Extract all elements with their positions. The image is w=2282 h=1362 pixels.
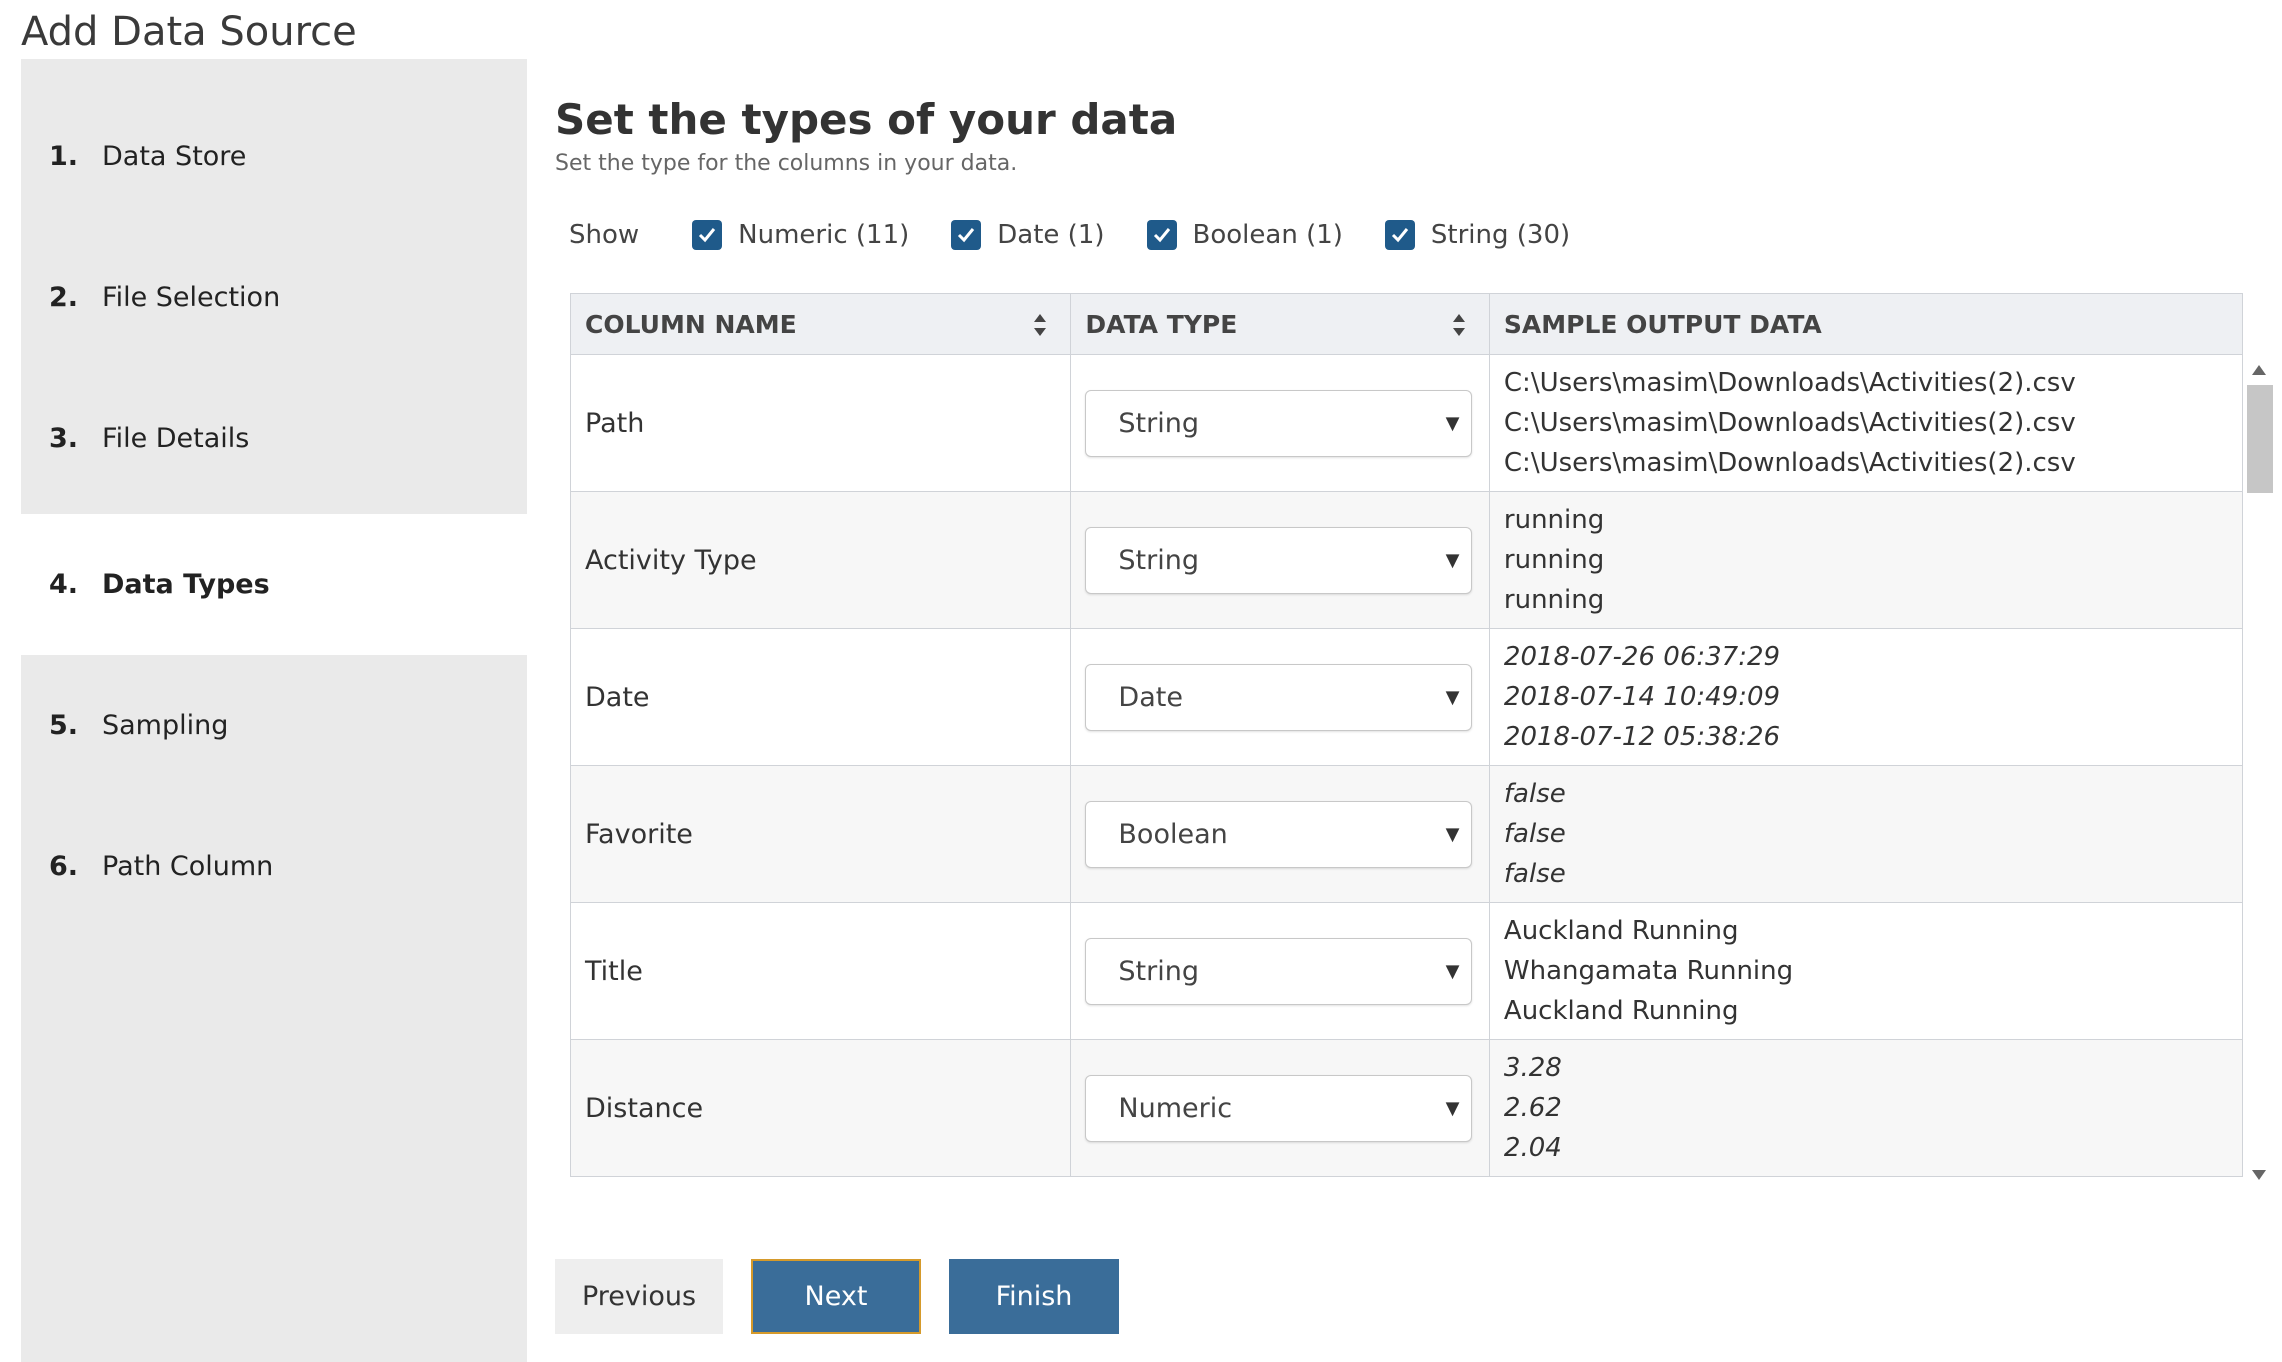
table-row: Title String ▼ Auckland Running Whangama… <box>570 903 2243 1040</box>
data-type-select[interactable]: Boolean ▼ <box>1085 800 1473 868</box>
dropdown-caret-icon: ▼ <box>1445 1097 1460 1119</box>
dropdown-caret-icon: ▼ <box>1445 686 1460 708</box>
checkbox-checked-icon[interactable] <box>692 220 723 250</box>
finish-button[interactable]: Finish <box>949 1259 1119 1334</box>
filter-label: String (30) <box>1430 220 1571 250</box>
dropdown-caret-icon: ▼ <box>1445 960 1460 982</box>
data-type-select[interactable]: Date ▼ <box>1085 663 1473 731</box>
sample-data-cell: false false false <box>1503 779 1566 889</box>
table-header: COLUMN NAME DATA TYPE SAMPLE OUTPUT DATA <box>570 293 2243 355</box>
step-number: 1. <box>49 141 79 172</box>
step-label: Data Store <box>102 141 247 172</box>
sort-icon[interactable] <box>1451 312 1467 338</box>
step-number: 3. <box>49 423 79 454</box>
step-number: 2. <box>49 282 79 313</box>
previous-button[interactable]: Previous <box>555 1259 723 1334</box>
step-data-types[interactable]: 4. Data Types <box>21 514 527 655</box>
data-type-select[interactable]: String ▼ <box>1085 389 1473 457</box>
sample-data-cell: running running running <box>1503 505 1605 615</box>
step-file-selection[interactable]: 2. File Selection <box>21 227 527 368</box>
sort-icon[interactable] <box>1032 312 1048 338</box>
table-row: Distance Numeric ▼ 3.28 2.62 2.04 <box>570 1040 2243 1177</box>
checkbox-checked-icon[interactable] <box>1384 220 1415 250</box>
column-name-cell: Title <box>571 903 1072 1039</box>
column-name-cell: Favorite <box>571 766 1072 902</box>
sample-data-cell: 2018-07-26 06:37:29 2018-07-14 10:49:09 … <box>1503 642 1781 752</box>
filter-label: Numeric (11) <box>738 220 910 250</box>
main-panel: Set the types of your data Set the type … <box>555 0 2282 1362</box>
scroll-down-arrow-icon[interactable] <box>2251 1168 2267 1182</box>
data-types-table: COLUMN NAME DATA TYPE SAMPLE OUTPUT DATA… <box>570 293 2282 1190</box>
checkbox-checked-icon[interactable] <box>951 220 982 250</box>
filter-string[interactable]: String (30) <box>1384 220 1571 250</box>
table-row: Activity Type String ▼ running running r… <box>570 492 2243 629</box>
checkbox-checked-icon[interactable] <box>1146 220 1177 250</box>
table-row: Path String ▼ C:\Users\masim\Downloads\A… <box>570 355 2243 492</box>
step-label: Sampling <box>102 710 229 741</box>
sample-data-cell: 3.28 2.62 2.04 <box>1503 1053 1562 1163</box>
sample-data-cell: Auckland Running Whangamata Running Auck… <box>1503 916 1794 1026</box>
type-filters: Show Numeric (11) Date (1) Boolean (1) S… <box>569 210 1612 260</box>
dropdown-caret-icon: ▼ <box>1445 412 1460 434</box>
step-file-details[interactable]: 3. File Details <box>21 368 527 509</box>
column-header-type[interactable]: DATA TYPE <box>1071 294 1490 354</box>
data-type-select[interactable]: String ▼ <box>1085 526 1473 594</box>
filter-label: Boolean (1) <box>1192 220 1343 250</box>
step-number: 4. <box>49 569 79 600</box>
column-name-cell: Path <box>571 355 1072 491</box>
sample-data-cell: C:\Users\masim\Downloads\Activities(2).c… <box>1503 368 2076 478</box>
step-path-column[interactable]: 6. Path Column <box>21 796 527 937</box>
filter-boolean[interactable]: Boolean (1) <box>1146 220 1343 250</box>
step-number: 5. <box>49 710 79 741</box>
app-title: Add Data Source <box>21 9 357 55</box>
data-type-select[interactable]: Numeric ▼ <box>1085 1074 1473 1142</box>
scrollbar-thumb[interactable] <box>2247 385 2273 493</box>
page-subtitle: Set the type for the columns in your dat… <box>555 151 1018 176</box>
next-button[interactable]: Next <box>751 1259 921 1334</box>
wizard-steps-sidebar: 1. Data Store 2. File Selection 3. File … <box>21 59 527 1362</box>
column-name-cell: Distance <box>571 1040 1072 1176</box>
step-label: Path Column <box>102 851 274 882</box>
step-label: Data Types <box>102 569 270 600</box>
table-row: Date Date ▼ 2018-07-26 06:37:29 2018-07-… <box>570 629 2243 766</box>
table-scrollbar[interactable] <box>2243 355 2275 1190</box>
step-sampling[interactable]: 5. Sampling <box>21 655 527 796</box>
step-label: File Details <box>102 423 250 454</box>
step-label: File Selection <box>102 282 281 313</box>
show-label: Show <box>569 220 640 250</box>
column-header-samples: SAMPLE OUTPUT DATA <box>1503 309 1822 339</box>
table-row: Favorite Boolean ▼ false false false <box>570 766 2243 903</box>
scroll-up-arrow-icon[interactable] <box>2251 363 2267 377</box>
table-body: Path String ▼ C:\Users\masim\Downloads\A… <box>570 355 2243 1177</box>
step-data-store[interactable]: 1. Data Store <box>21 86 527 227</box>
dropdown-caret-icon: ▼ <box>1445 549 1460 571</box>
column-name-cell: Date <box>571 629 1072 765</box>
filter-label: Date (1) <box>997 220 1105 250</box>
data-type-select[interactable]: String ▼ <box>1085 937 1473 1005</box>
filter-date[interactable]: Date (1) <box>951 220 1105 250</box>
wizard-buttons: Previous Next Finish <box>555 1259 1147 1334</box>
filter-numeric[interactable]: Numeric (11) <box>692 220 909 250</box>
step-number: 6. <box>49 851 79 882</box>
page-title: Set the types of your data <box>555 95 1178 144</box>
dropdown-caret-icon: ▼ <box>1445 823 1460 845</box>
column-header-name[interactable]: COLUMN NAME <box>571 294 1072 354</box>
column-name-cell: Activity Type <box>571 492 1072 628</box>
